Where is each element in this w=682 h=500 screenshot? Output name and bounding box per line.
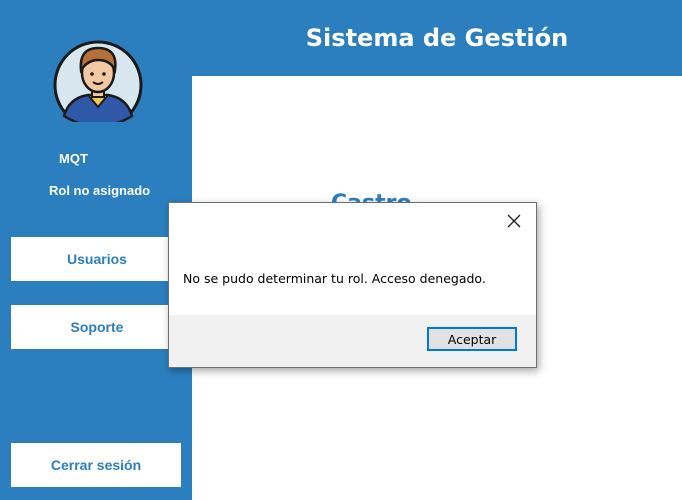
dialog-message: No se pudo determinar tu rol. Acceso den… [183,271,486,286]
app-window: Sistema de Gestión Castro MQT Rol no asi… [0,0,682,500]
username: MQT [59,151,88,166]
logout-button[interactable]: Cerrar sesión [11,443,181,487]
avatar [53,40,143,122]
dialog-body: No se pudo determinar tu rol. Acceso den… [169,203,536,315]
dialog-footer: Aceptar [169,315,536,367]
user-role: Rol no asignado [49,183,151,198]
sidebar-item-soporte[interactable]: Soporte [11,305,183,349]
accept-button[interactable]: Aceptar [427,327,517,351]
app-title: Sistema de Gestión [305,24,569,52]
message-dialog: No se pudo determinar tu rol. Acceso den… [168,202,537,368]
sidebar-item-usuarios[interactable]: Usuarios [11,237,183,281]
close-icon[interactable] [506,213,522,229]
